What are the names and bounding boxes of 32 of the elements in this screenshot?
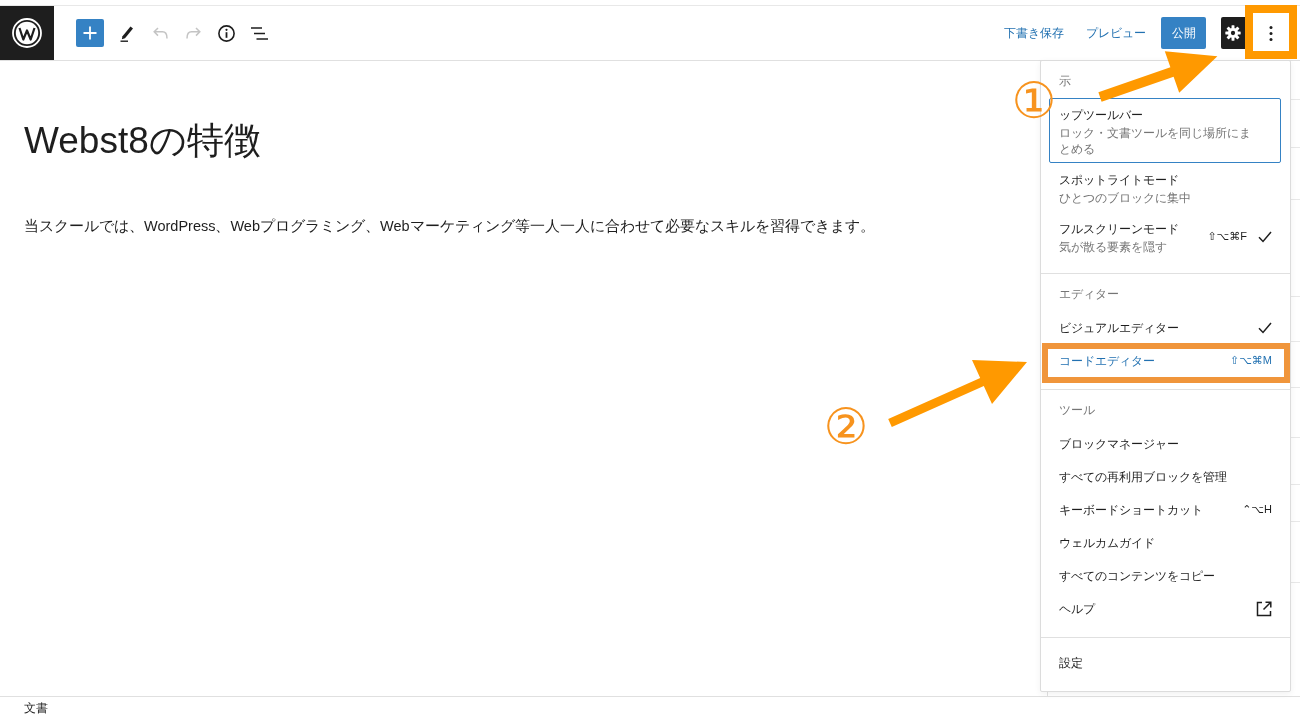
menu-item[interactable]: すべてのコンテンツをコピー (1049, 559, 1281, 592)
settings-button[interactable] (1221, 17, 1245, 49)
publish-button[interactable]: 公開 (1161, 17, 1206, 49)
save-draft-button[interactable]: 下書き保存 (997, 17, 1071, 49)
menu-item[interactable]: ビジュアルエディター (1049, 311, 1281, 344)
menu-section-heading: ツール (1058, 402, 1096, 419)
menu-item-description: 気が散る要素を隠す (1059, 238, 1168, 255)
menu-item-description: ロック・文書ツールを同じ場所にまとめる (1059, 124, 1252, 157)
add-block-button[interactable] (76, 19, 104, 47)
logo-icon[interactable] (0, 6, 54, 60)
paragraph-text: 当スクールでは、WordPress、Webプログラミング、Webマーケティング等一人一人に合わせて必要なスキルを習得できます。 (24, 217, 876, 236)
kebab-menu-icon (1269, 25, 1273, 41)
menu-item-description: ひとつのブロックに集中 (1059, 189, 1192, 206)
menu-item[interactable]: フルスクリーンモード 気が散る要素を隠す ⇧⌥⌘F (1049, 212, 1281, 261)
post-title: Webst8の特徴 (24, 119, 262, 163)
menu-item[interactable]: すべての再利用ブロックを管理 (1049, 460, 1281, 493)
shortcut-text: ⇧⌥⌘M (1229, 354, 1272, 367)
menu-item[interactable]: ブロックマネージャー (1049, 427, 1281, 460)
breadcrumb-item[interactable]: 文書 (24, 700, 48, 716)
menu-item[interactable]: キーボードショートカット ⌃⌥H (1049, 493, 1281, 526)
shortcut-text: ⇧⌥⌘F (1207, 230, 1247, 243)
menu-item[interactable]: スポットライトモード ひとつのブロックに集中 (1049, 163, 1281, 212)
preview-button[interactable]: プレビュー (1079, 17, 1153, 49)
menu-section-heading: 示 (1058, 73, 1072, 90)
step-number: ② (823, 404, 869, 450)
menu-section-heading: エディター (1058, 286, 1120, 303)
shortcut-text: ⌃⌥H (1242, 503, 1272, 516)
gear-icon (1225, 25, 1241, 41)
menu-item[interactable]: コードエディター ⇧⌥⌘M (1049, 344, 1281, 377)
menu-item[interactable]: ウェルカムガイド (1049, 526, 1281, 559)
menu-item[interactable]: ヘルプ (1049, 592, 1281, 625)
menu-item[interactable]: 設定 (1049, 646, 1281, 679)
